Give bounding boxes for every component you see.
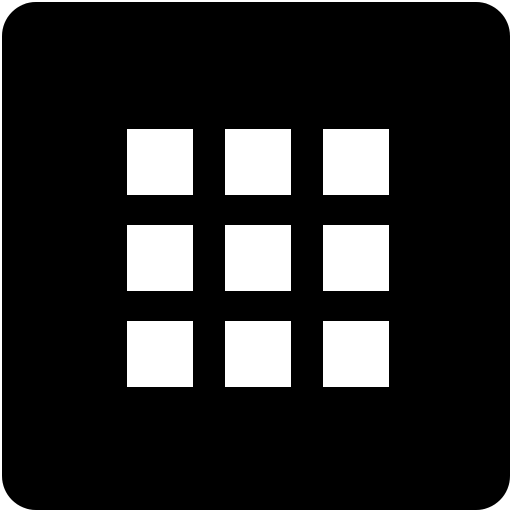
grid-cell <box>225 321 291 387</box>
grid <box>127 129 389 387</box>
grid-cell <box>127 225 193 291</box>
grid-cell <box>323 129 389 195</box>
grid-cell <box>323 225 389 291</box>
grid-cell <box>323 321 389 387</box>
grid-cell <box>225 129 291 195</box>
grid-cell <box>127 129 193 195</box>
grid-cell <box>225 225 291 291</box>
apps-grid-icon[interactable] <box>2 2 510 510</box>
grid-cell <box>127 321 193 387</box>
